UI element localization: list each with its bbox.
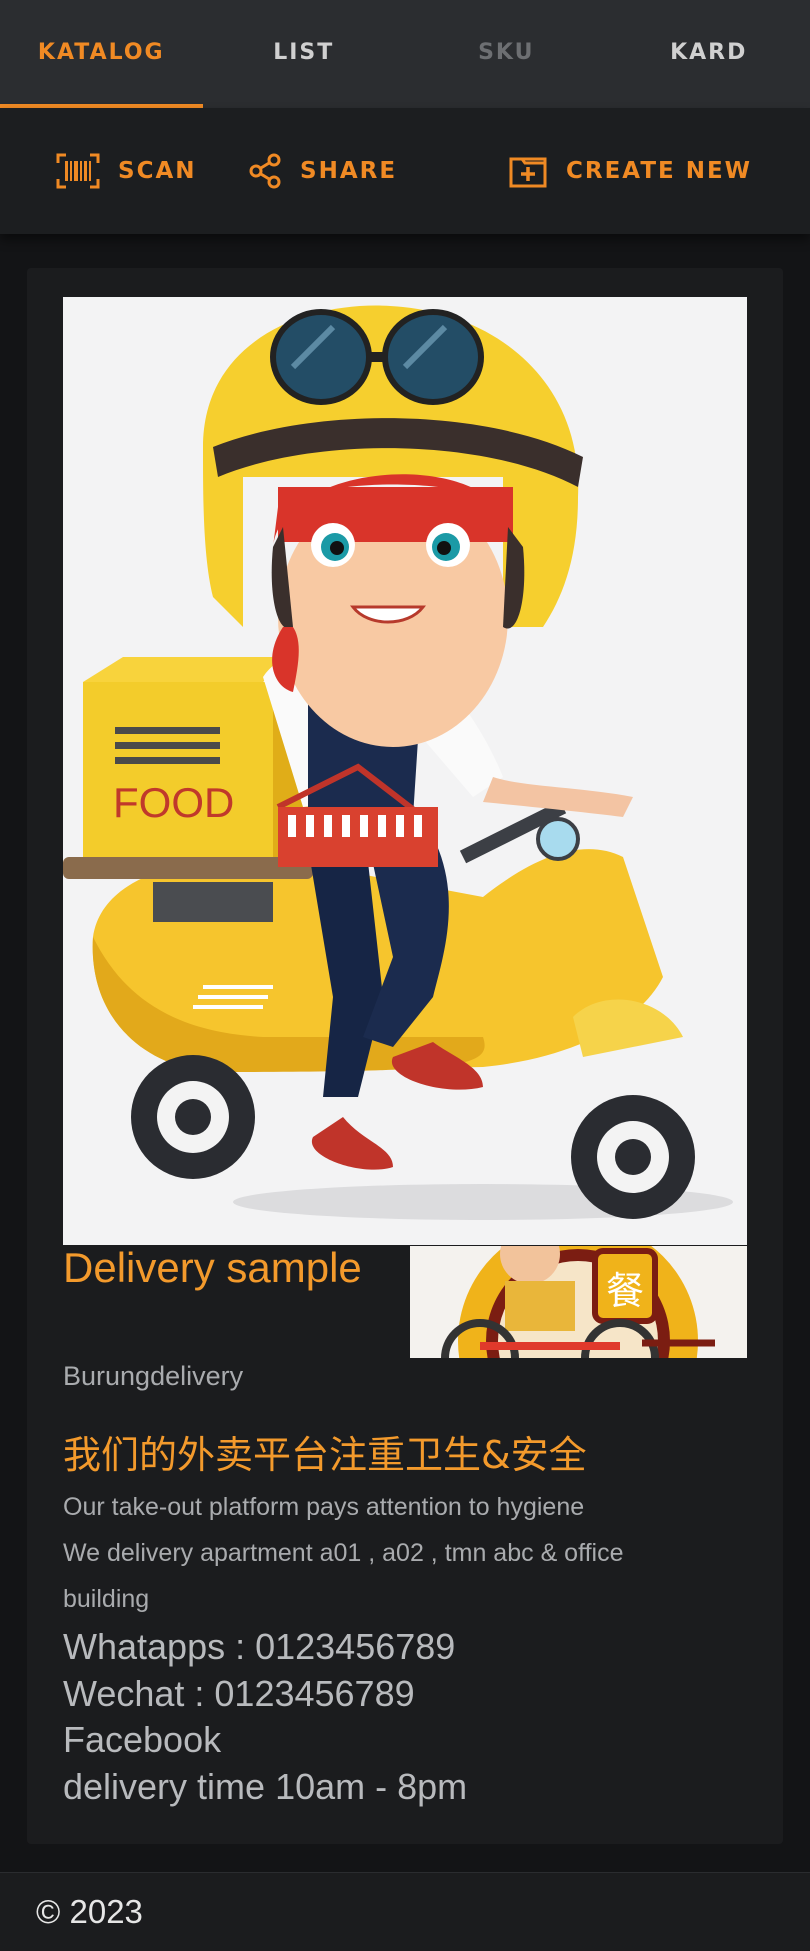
contact-wechat: Wechat : 0123456789 — [63, 1671, 467, 1718]
delivery-hours: delivery time 10am - 8pm — [63, 1764, 467, 1811]
tab-katalog-label: KATALOG — [38, 40, 165, 65]
add-box-icon — [508, 153, 548, 189]
product-description: Our take-out platform pays attention to … — [63, 1484, 703, 1622]
scan-label: SCAN — [118, 158, 197, 184]
thumb-logo-text: 餐 — [606, 1269, 644, 1313]
scan-button[interactable]: SCAN — [56, 108, 197, 234]
delivery-girl-illustration: FOOD — [63, 297, 747, 1245]
tab-list-label: LIST — [273, 40, 334, 65]
footer: © 2023 — [0, 1872, 810, 1951]
product-heading: 我们的外卖平台注重卫生&安全 — [63, 1424, 587, 1479]
tab-kard-label: KARD — [670, 40, 747, 65]
product-image[interactable]: FOOD — [63, 297, 747, 1245]
tab-katalog[interactable]: KATALOG — [0, 0, 203, 108]
tab-kard[interactable]: KARD — [608, 0, 810, 108]
copyright-text: © 2023 — [36, 1893, 143, 1931]
create-new-label: CREATE NEW — [566, 158, 752, 184]
product-title: Delivery sample — [63, 1244, 383, 1291]
share-button[interactable]: SHARE — [248, 108, 397, 234]
contact-info: Whatapps : 0123456789 Wechat : 012345678… — [63, 1624, 467, 1810]
product-subtitle: Burungdelivery — [63, 1361, 243, 1392]
delivery-thumbnail-illustration: 餐 — [410, 1246, 747, 1358]
barcode-scan-icon — [56, 153, 100, 189]
contact-whatsapp: Whatapps : 0123456789 — [63, 1624, 467, 1671]
action-toolbar: SCAN SHARE CREATE NEW — [0, 108, 810, 234]
share-label: SHARE — [300, 158, 397, 184]
description-line: Our take-out platform pays attention to … — [63, 1484, 703, 1530]
food-box-text: FOOD — [113, 779, 234, 826]
tab-sku-label: SKU — [478, 40, 534, 65]
tab-sku[interactable]: SKU — [405, 0, 608, 108]
share-icon — [248, 153, 282, 189]
tab-bar: KATALOG LIST SKU KARD — [0, 0, 810, 108]
tab-list[interactable]: LIST — [203, 0, 406, 108]
contact-facebook: Facebook — [63, 1717, 467, 1764]
description-line: We delivery apartment a01 , a02 , tmn ab… — [63, 1530, 703, 1622]
create-new-button[interactable]: CREATE NEW — [508, 108, 752, 234]
product-thumbnail[interactable]: 餐 — [410, 1246, 747, 1358]
